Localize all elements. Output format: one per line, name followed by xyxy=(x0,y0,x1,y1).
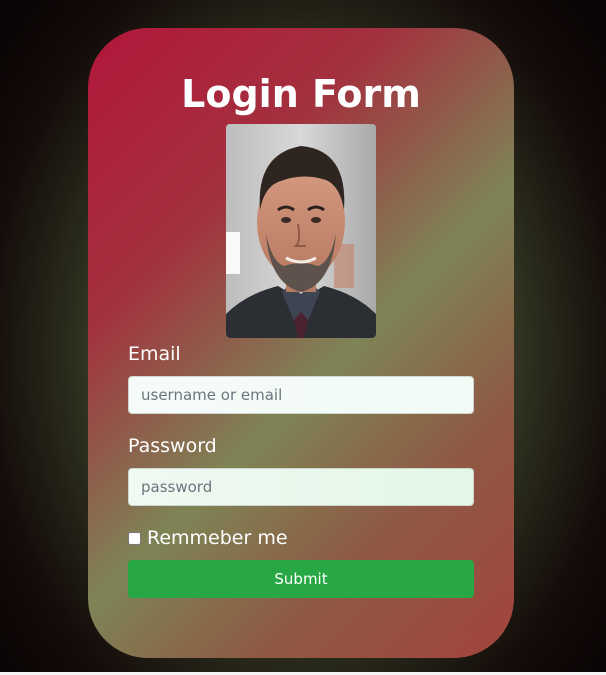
remember-me-label: Remmeber me xyxy=(147,527,288,549)
email-label: Email xyxy=(128,343,181,365)
email-field[interactable] xyxy=(128,376,474,414)
submit-button[interactable]: Submit xyxy=(128,560,474,598)
login-card: Login Form Email username or email Passw… xyxy=(88,28,514,658)
password-field[interactable] xyxy=(128,468,474,506)
profile-photo xyxy=(226,124,376,338)
remember-me-row: Remmeber me xyxy=(128,526,288,550)
remember-me-checkbox[interactable] xyxy=(128,531,141,545)
form-title: Login Form xyxy=(181,72,421,116)
user-photo-icon xyxy=(226,124,376,338)
password-label: Password xyxy=(128,435,217,457)
